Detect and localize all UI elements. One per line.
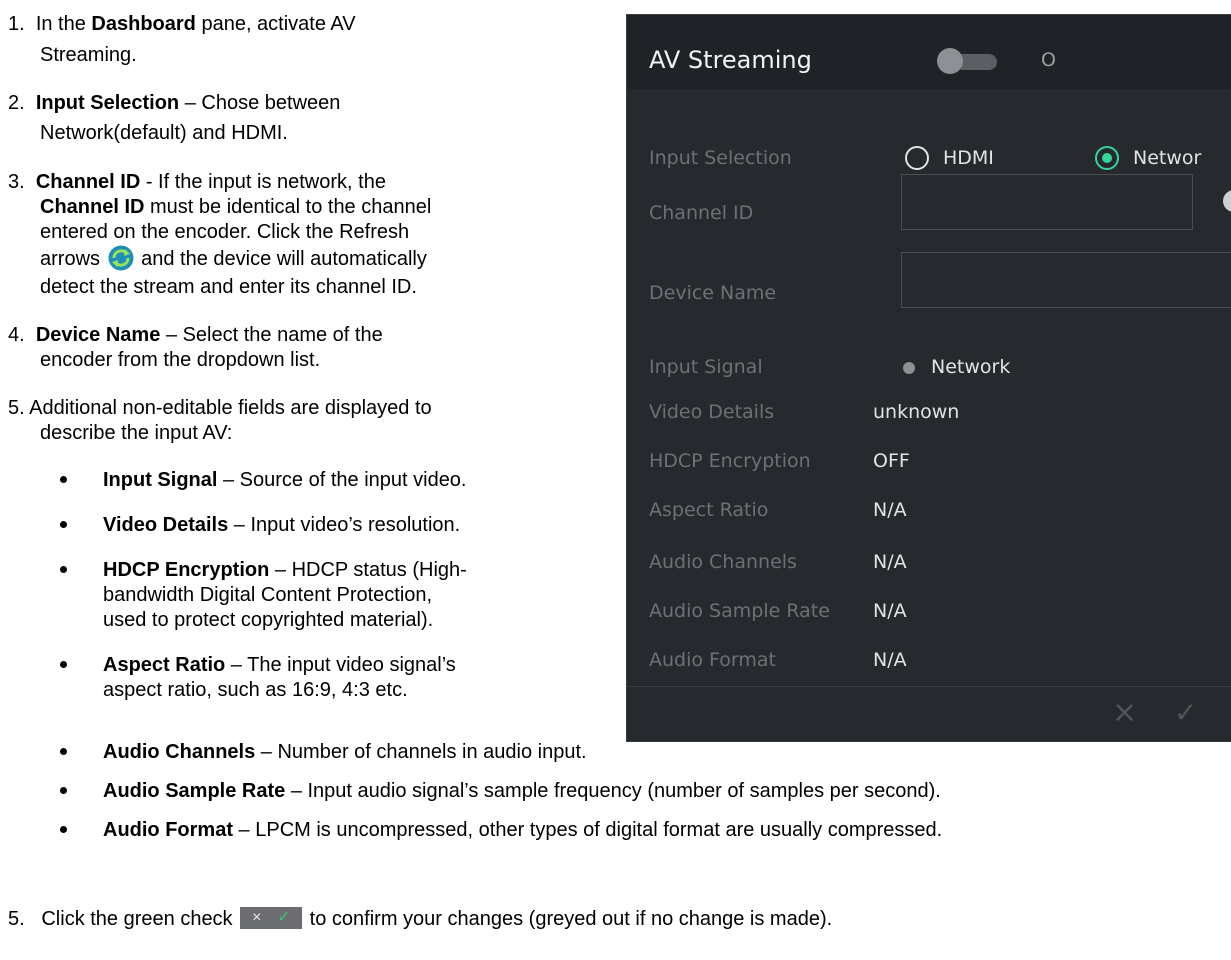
step-2: 2. Input Selection – Chose between [8,92,341,114]
toggle-state-label: O [1041,49,1056,71]
network-radio-label[interactable]: Networ [1133,146,1201,170]
channel-id-label: Channel ID [649,202,754,224]
step-3: 3. Channel ID - If the input is network,… [8,171,386,193]
video-details-value: unknown [873,401,960,423]
step-5-intro-cont: describe the input AV: [40,422,233,444]
bullet-audio-format: Audio Format – LPCM is uncompressed, oth… [103,819,943,841]
step-3-line-3: entered on the encoder. Click the Refres… [40,221,410,243]
input-signal-label: Input Signal [649,356,763,378]
input-signal-value: Network [931,356,1011,378]
bullet-dot [60,787,67,794]
audio-sample-rate-label: Audio Sample Rate [649,600,830,622]
step-4-cont: encoder from the dropdown list. [40,349,321,371]
toggle-knob [937,48,963,74]
step-2-cont: Network(default) and HDMI. [40,122,288,144]
bullet-dot [60,826,67,833]
device-name-label: Device Name [649,282,777,304]
cancel-button[interactable]: × [1112,695,1137,731]
close-icon: × [252,909,262,926]
bullet-dot [60,748,67,755]
step-5-confirm: 5. Click the green check × ✓ to confirm … [8,907,833,930]
step-3-line-4: arrows and the device will automatically [40,245,427,271]
status-dot-icon [903,362,915,374]
refresh-icon [108,245,134,271]
step-1: 1. In the Dashboard pane, activate AV [8,13,356,35]
device-name-dropdown[interactable] [901,252,1231,308]
bullet-hdcp-line-2: bandwidth Digital Content Protection, [103,584,433,606]
channel-id-input[interactable] [901,174,1193,230]
confirm-button[interactable]: ✓ [1174,695,1197,731]
hdcp-encryption-label: HDCP Encryption [649,450,811,472]
confirm-toolbar-image: × ✓ [240,907,303,929]
panel-header: AV Streaming O [627,15,1231,89]
bullet-dot [60,476,67,483]
av-streaming-toggle[interactable] [937,48,999,74]
step-4: 4. Device Name – Select the name of the [8,324,383,346]
audio-channels-value: N/A [873,551,907,573]
bullet-input-signal: Input Signal – Source of the input video… [103,469,467,491]
hdcp-encryption-value: OFF [873,450,910,472]
bullet-audio-channels: Audio Channels – Number of channels in a… [103,741,587,763]
check-icon: ✓ [277,909,291,926]
bullet-hdcp: HDCP Encryption – HDCP status (High- [103,559,467,581]
hdmi-radio-label[interactable]: HDMI [943,146,994,170]
panel-footer: × ✓ [627,686,1231,741]
audio-sample-rate-value: N/A [873,600,907,622]
bullet-video-details: Video Details – Input video’s resolution… [103,514,461,536]
audio-channels-label: Audio Channels [649,551,797,573]
audio-format-value: N/A [873,649,907,671]
bullet-audio-sample-rate: Audio Sample Rate – Input audio signal’s… [103,780,941,802]
step-3-line-2: Channel ID must be identical to the chan… [40,196,432,218]
aspect-ratio-label: Aspect Ratio [649,499,769,521]
bullet-dot [60,521,67,528]
av-streaming-panel: AV Streaming O Input Selection HDMI Netw… [626,14,1231,742]
audio-format-label: Audio Format [649,649,776,671]
dashboard-term: Dashboard [91,13,196,35]
video-details-label: Video Details [649,401,775,423]
hdmi-radio[interactable] [905,146,929,170]
info-icon[interactable]: i [1223,190,1231,212]
panel-title: AV Streaming [649,46,812,74]
step-5-intro: 5. Additional non-editable fields are di… [8,397,432,419]
bullet-aspect-ratio: Aspect Ratio – The input video signal’s [103,654,456,676]
step-1-cont: Streaming. [40,44,137,66]
bullet-dot [60,661,67,668]
bullet-aspect-ratio-line-2: aspect ratio, such as 16:9, 4:3 etc. [103,679,408,701]
step-3-line-5: detect the stream and enter its channel … [40,276,417,298]
input-selection-label: Input Selection [649,147,792,169]
network-radio[interactable] [1095,146,1119,170]
bullet-hdcp-line-3: used to protect copyrighted material). [103,609,434,631]
bullet-dot [60,566,67,573]
aspect-ratio-value: N/A [873,499,907,521]
